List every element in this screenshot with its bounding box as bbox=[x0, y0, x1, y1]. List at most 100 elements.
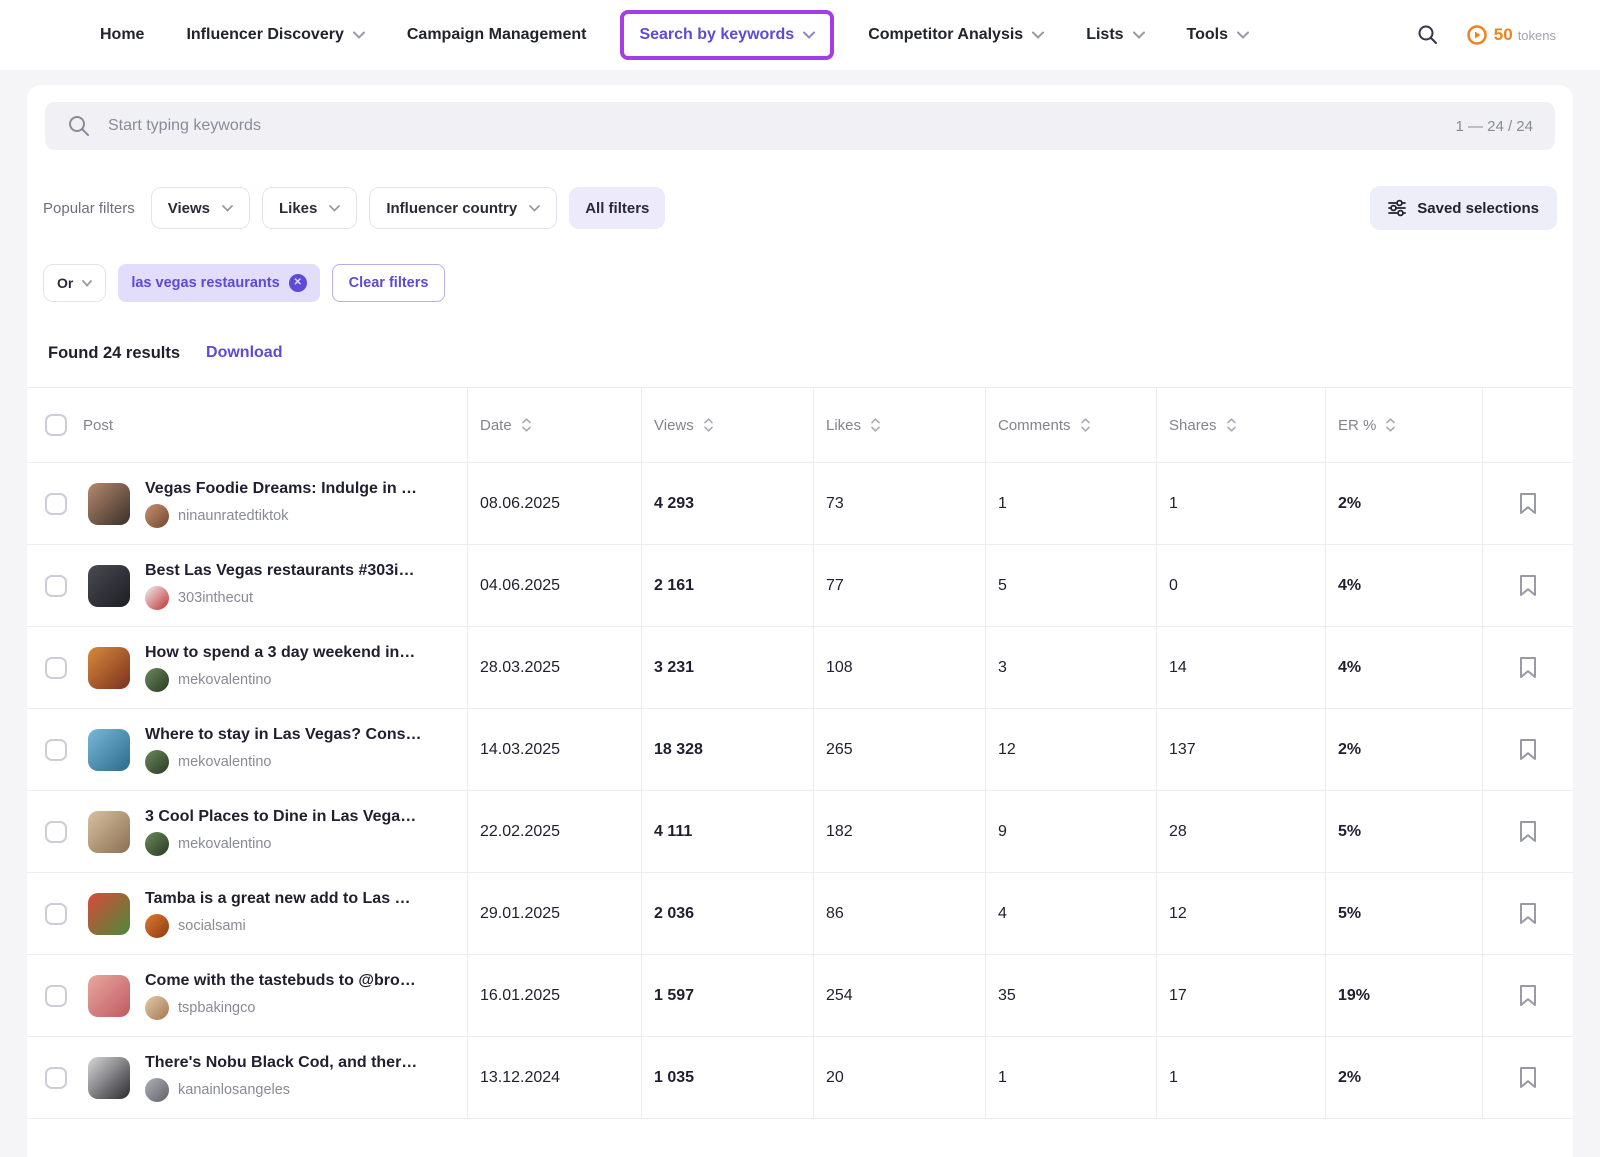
keyword-search-input[interactable] bbox=[108, 117, 1438, 135]
post-views: 1 597 bbox=[641, 955, 813, 1036]
avatar bbox=[145, 1078, 169, 1102]
post-title[interactable]: There's Nobu Black Cod, and ther… bbox=[145, 1054, 445, 1072]
post-comments: 3 bbox=[985, 627, 1156, 708]
nav-item-campaign-management[interactable]: Campaign Management bbox=[407, 26, 587, 44]
saved-selections-button[interactable]: Saved selections bbox=[1370, 186, 1557, 230]
post-date: 29.01.2025 bbox=[467, 873, 641, 954]
table-header-er[interactable]: ER % bbox=[1325, 388, 1482, 462]
nav-item-search-by-keywords[interactable]: Search by keywords bbox=[620, 10, 834, 60]
post-username[interactable]: tspbakingco bbox=[178, 1000, 255, 1016]
post-title[interactable]: Vegas Foodie Dreams: Indulge in … bbox=[145, 480, 445, 498]
row-checkbox[interactable] bbox=[45, 575, 67, 597]
tokens-balance[interactable]: 50 tokens bbox=[1467, 25, 1556, 45]
clear-filters-button[interactable]: Clear filters bbox=[332, 264, 446, 302]
table-header-likes[interactable]: Likes bbox=[813, 388, 985, 462]
bookmark-cell bbox=[1482, 1037, 1573, 1118]
sort-icon[interactable] bbox=[1226, 418, 1237, 432]
row-checkbox[interactable] bbox=[45, 739, 67, 761]
post-likes: 86 bbox=[813, 873, 985, 954]
row-checkbox[interactable] bbox=[45, 821, 67, 843]
post-date: 04.06.2025 bbox=[467, 545, 641, 626]
select-all-checkbox[interactable] bbox=[45, 414, 67, 436]
results-summary-row: Found 24 results Download bbox=[48, 342, 1557, 364]
post-user: ninaunratedtiktok bbox=[145, 504, 445, 528]
keyword-tag[interactable]: las vegas restaurants ✕ bbox=[118, 264, 319, 302]
post-er: 4% bbox=[1325, 545, 1482, 626]
all-filters-button[interactable]: All filters bbox=[569, 187, 665, 229]
bookmark-icon[interactable] bbox=[1519, 902, 1537, 925]
post-title[interactable]: 3 Cool Places to Dine in Las Vega… bbox=[145, 808, 445, 826]
nav-item-lists[interactable]: Lists bbox=[1086, 26, 1144, 44]
post-thumbnail[interactable] bbox=[88, 893, 130, 935]
table-row: Tamba is a great new add to Las … social… bbox=[27, 873, 1573, 955]
nav-item-competitor-analysis[interactable]: Competitor Analysis bbox=[868, 26, 1044, 44]
post-user: tspbakingco bbox=[145, 996, 445, 1020]
post-meta: Come with the tastebuds to @bro… tspbaki… bbox=[145, 972, 445, 1020]
sort-icon[interactable] bbox=[1080, 418, 1091, 432]
bookmark-icon[interactable] bbox=[1519, 574, 1537, 597]
post-title[interactable]: Best Las Vegas restaurants #303i… bbox=[145, 562, 445, 580]
bookmark-icon[interactable] bbox=[1519, 984, 1537, 1007]
post-username[interactable]: socialsami bbox=[178, 918, 246, 934]
post-views: 4 293 bbox=[641, 463, 813, 544]
post-cell: 3 Cool Places to Dine in Las Vega… mekov… bbox=[27, 791, 467, 872]
post-title[interactable]: Tamba is a great new add to Las … bbox=[145, 890, 445, 908]
bookmark-icon[interactable] bbox=[1519, 738, 1537, 761]
found-results-text: Found 24 results bbox=[48, 344, 180, 363]
post-username[interactable]: mekovalentino bbox=[178, 754, 272, 770]
sort-icon[interactable] bbox=[703, 418, 714, 432]
post-thumbnail[interactable] bbox=[88, 565, 130, 607]
post-username[interactable]: mekovalentino bbox=[178, 672, 272, 688]
table-header-bookmark bbox=[1482, 388, 1573, 462]
bookmark-cell bbox=[1482, 463, 1573, 544]
filter-label: Likes bbox=[279, 200, 317, 217]
post-meta: Tamba is a great new add to Las … social… bbox=[145, 890, 445, 938]
sort-icon[interactable] bbox=[521, 418, 532, 432]
operator-dropdown[interactable]: Or bbox=[43, 264, 106, 302]
row-checkbox[interactable] bbox=[45, 1067, 67, 1089]
sort-icon[interactable] bbox=[870, 418, 881, 432]
post-thumbnail[interactable] bbox=[88, 975, 130, 1017]
post-comments: 35 bbox=[985, 955, 1156, 1036]
row-checkbox[interactable] bbox=[45, 493, 67, 515]
post-thumbnail[interactable] bbox=[88, 1057, 130, 1099]
row-checkbox[interactable] bbox=[45, 657, 67, 679]
sort-icon[interactable] bbox=[1385, 418, 1396, 432]
filter-dropdown-influencer-country[interactable]: Influencer country bbox=[369, 187, 557, 229]
post-username[interactable]: mekovalentino bbox=[178, 836, 272, 852]
filter-dropdown-views[interactable]: Views bbox=[151, 187, 250, 229]
row-checkbox[interactable] bbox=[45, 903, 67, 925]
post-title[interactable]: Where to stay in Las Vegas? Cons… bbox=[145, 726, 445, 744]
post-thumbnail[interactable] bbox=[88, 729, 130, 771]
bookmark-icon[interactable] bbox=[1519, 656, 1537, 679]
download-link[interactable]: Download bbox=[206, 344, 282, 362]
post-shares: 0 bbox=[1156, 545, 1325, 626]
table-header-date[interactable]: Date bbox=[467, 388, 641, 462]
row-checkbox[interactable] bbox=[45, 985, 67, 1007]
chevron-down-icon bbox=[353, 31, 365, 39]
post-username[interactable]: 303inthecut bbox=[178, 590, 253, 606]
bookmark-icon[interactable] bbox=[1519, 820, 1537, 843]
filter-dropdown-likes[interactable]: Likes bbox=[262, 187, 357, 229]
table-header-views[interactable]: Views bbox=[641, 388, 813, 462]
bookmark-icon[interactable] bbox=[1519, 1066, 1537, 1089]
nav-item-tools[interactable]: Tools bbox=[1187, 26, 1249, 44]
post-thumbnail[interactable] bbox=[88, 647, 130, 689]
post-thumbnail[interactable] bbox=[88, 811, 130, 853]
nav-item-influencer-discovery[interactable]: Influencer Discovery bbox=[186, 26, 364, 44]
search-icon[interactable] bbox=[1417, 24, 1439, 46]
post-title[interactable]: How to spend a 3 day weekend in… bbox=[145, 644, 445, 662]
table-header-shares[interactable]: Shares bbox=[1156, 388, 1325, 462]
header-label: Views bbox=[654, 417, 694, 434]
post-thumbnail[interactable] bbox=[88, 483, 130, 525]
bookmark-cell bbox=[1482, 791, 1573, 872]
bookmark-icon[interactable] bbox=[1519, 492, 1537, 515]
remove-tag-icon[interactable]: ✕ bbox=[289, 274, 307, 292]
nav-item-home[interactable]: Home bbox=[100, 26, 144, 44]
post-username[interactable]: ninaunratedtiktok bbox=[178, 508, 288, 524]
post-likes: 182 bbox=[813, 791, 985, 872]
post-username[interactable]: kanainlosangeles bbox=[178, 1082, 290, 1098]
post-title[interactable]: Come with the tastebuds to @bro… bbox=[145, 972, 445, 990]
nav-label: Competitor Analysis bbox=[868, 26, 1023, 44]
table-header-comments[interactable]: Comments bbox=[985, 388, 1156, 462]
